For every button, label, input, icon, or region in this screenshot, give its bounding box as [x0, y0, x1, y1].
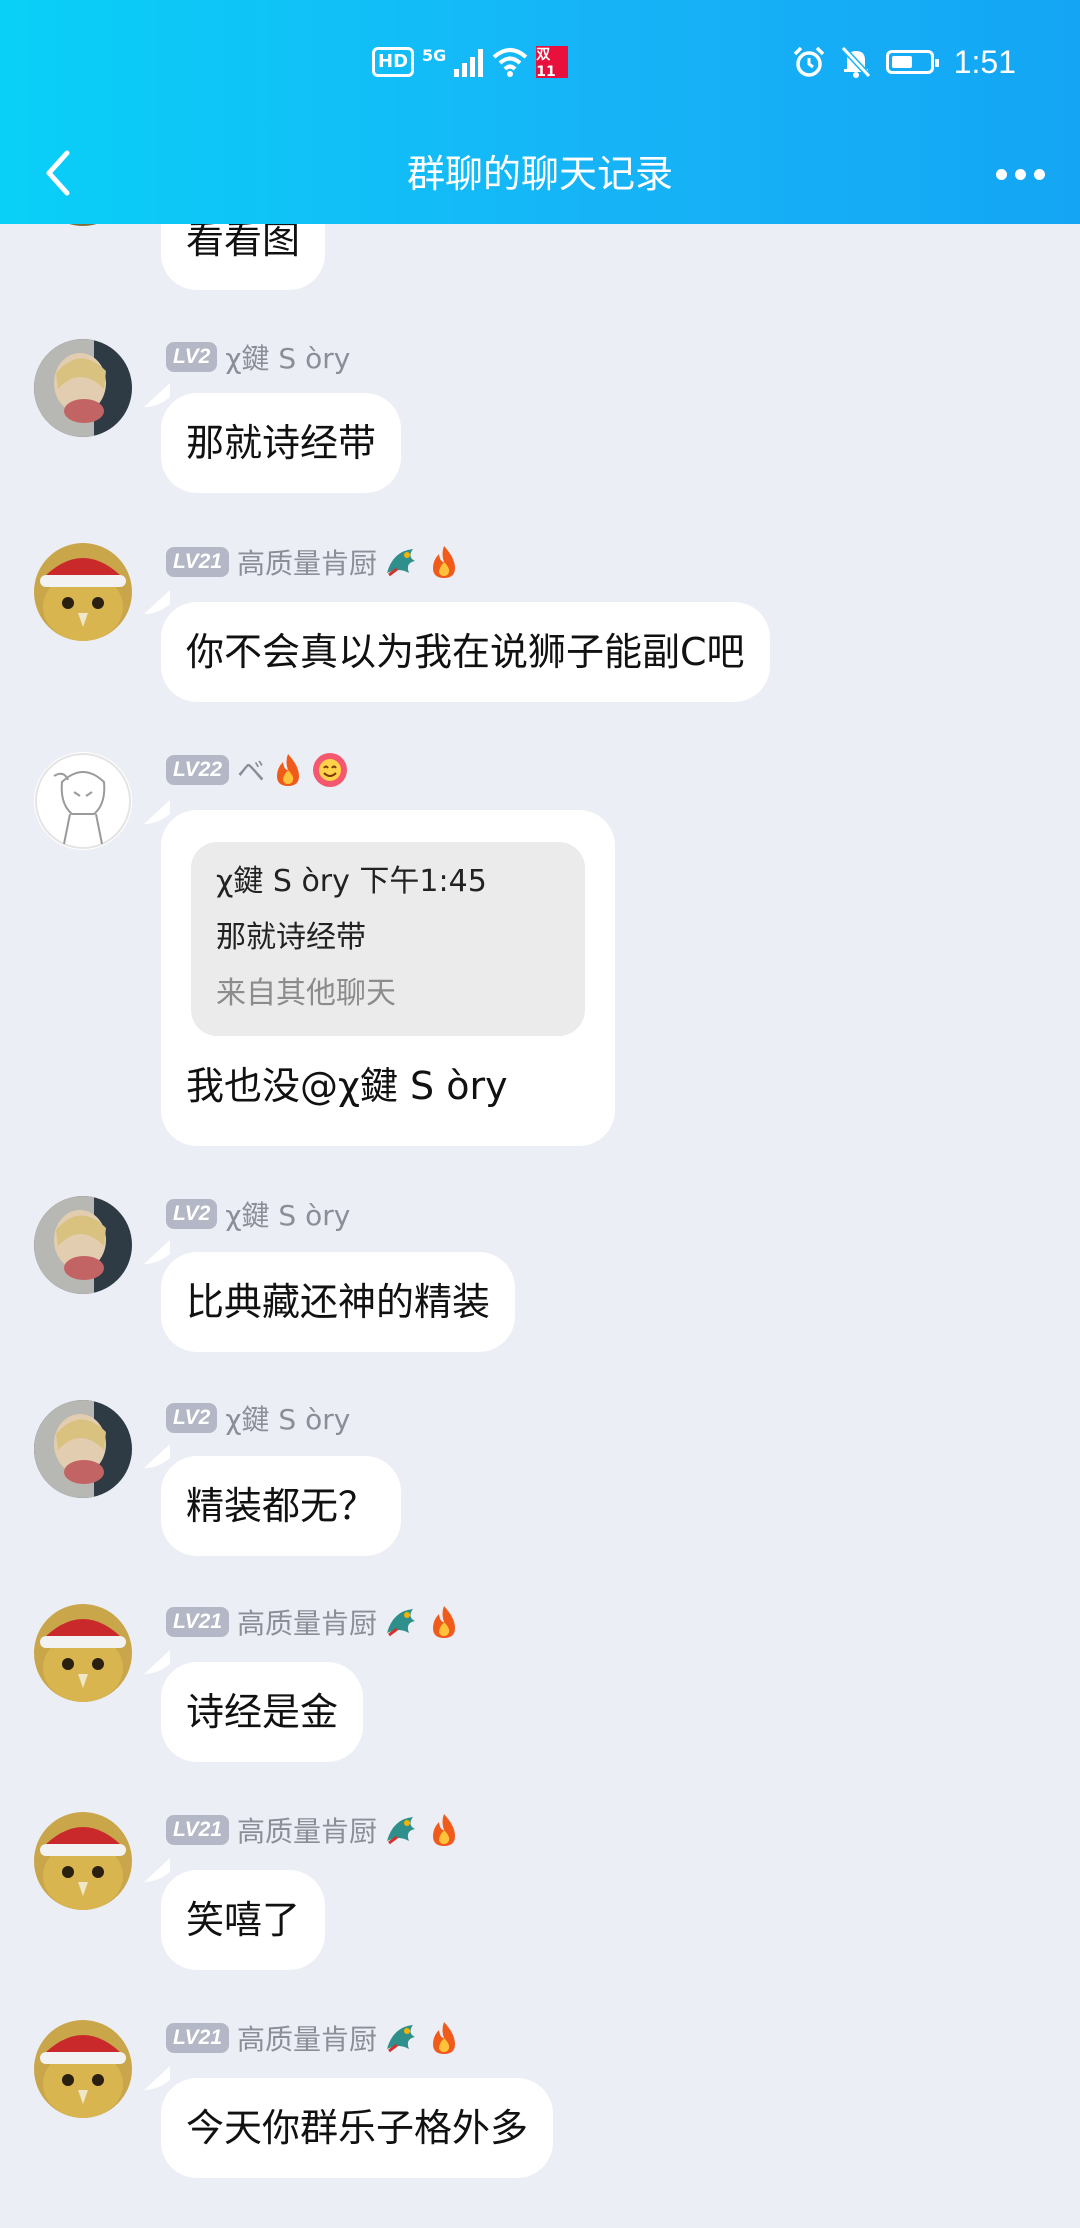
level-badge: LV21 [166, 547, 230, 577]
chevron-left-icon [46, 150, 70, 196]
signal-icon [454, 47, 484, 77]
avatar[interactable] [34, 752, 132, 850]
smile-flower-icon [313, 753, 348, 787]
mute-bell-icon [840, 45, 871, 79]
level-badge: LV21 [166, 1815, 230, 1845]
fire-icon [277, 754, 300, 786]
avatar[interactable] [34, 1196, 132, 1294]
bubble-tail [144, 1650, 170, 1674]
message-bubble[interactable]: 比典藏还神的精装 [161, 1252, 516, 1352]
level-badge: LV22 [166, 755, 230, 785]
dragon-icon [387, 549, 416, 577]
message-bubble[interactable]: 诗经是金 [161, 1662, 364, 1762]
message-text: 今天你群乐子格外多 [186, 2106, 529, 2150]
more-dots-icon [995, 168, 1007, 180]
message-text: 那就诗经带 [186, 421, 377, 465]
message-text: 精装都无？ [186, 1484, 377, 1528]
fire-icon [433, 1814, 456, 1846]
status-bar: HD 5G 双11 1:51 [0, 0, 1080, 124]
sender-name[interactable]: χ鍵 S òry [225, 1398, 350, 1438]
sender-name[interactable]: 高质量肯厨 [237, 542, 377, 582]
quote-header: χ鍵 S òry 下午1:45 [216, 864, 487, 899]
back-button[interactable] [30, 140, 86, 206]
status-network-group: HD 5G 双11 [372, 42, 569, 82]
sender-meta: LV21 高质量肯厨 [166, 1810, 461, 1850]
sender-meta: LV21 高质量肯厨 [166, 542, 461, 582]
message-text: 比典藏还神的精装 [186, 1280, 491, 1324]
bubble-tail [144, 800, 170, 824]
fire-icon [433, 1606, 456, 1638]
sender-meta: LV2 χ鍵 S òry [166, 1398, 350, 1438]
hd-icon: HD [372, 47, 415, 77]
message-bubble[interactable]: 精装都无？ [161, 1456, 402, 1556]
bubble-tail [144, 2066, 170, 2090]
fire-icon [433, 546, 456, 578]
message-text: 你不会真以为我在说狮子能副C吧 [186, 630, 745, 674]
quoted-message[interactable]: χ鍵 S òry 下午1:45 那就诗经带 来自其他聊天 [191, 842, 585, 1036]
sender-name[interactable]: χ鍵 S òry [225, 1194, 350, 1234]
sender-meta: LV2 χ鍵 S òry [166, 1194, 350, 1234]
sender-meta: LV2 χ鍵 S òry [166, 337, 350, 377]
bubble-tail [144, 590, 170, 614]
level-badge: LV2 [166, 1403, 218, 1433]
avatar[interactable] [34, 1400, 132, 1498]
navigation-bar: 群聊的聊天记录 [0, 124, 1080, 224]
avatar[interactable] [34, 339, 132, 437]
level-badge: LV21 [166, 1607, 230, 1637]
message-text: 看看图 [186, 218, 301, 262]
sender-meta: LV21 高质量肯厨 [166, 2018, 461, 2058]
sender-name[interactable]: 高质量肯厨 [237, 1810, 377, 1850]
message-bubble[interactable]: 今天你群乐子格外多 [161, 2078, 554, 2178]
sender-meta: LV21 高质量肯厨 [166, 1602, 461, 1642]
chat-history-list[interactable]: 看看图 LV2 χ鍵 S òry 那就诗经带 LV21 高质量肯厨 你不会真以为… [0, 0, 1080, 2228]
quote-source: 来自其他聊天 [216, 976, 396, 1011]
status-time: 1:51 [953, 43, 1016, 80]
battery-icon [885, 50, 939, 74]
dragon-icon [387, 2025, 416, 2053]
fire-icon [433, 2022, 456, 2054]
avatar[interactable] [34, 1812, 132, 1910]
more-options-button[interactable] [990, 154, 1050, 194]
bubble-tail [144, 1858, 170, 1882]
sender-meta: LV22 ベ [166, 750, 349, 790]
wifi-icon [492, 48, 528, 77]
quote-body: 那就诗经带 [216, 920, 366, 955]
avatar[interactable] [34, 1604, 132, 1702]
message-text: 诗经是金 [186, 1690, 339, 1734]
dragon-icon [387, 1609, 416, 1637]
avatar[interactable] [34, 2020, 132, 2118]
message-bubble[interactable]: 那就诗经带 [161, 393, 402, 493]
message-text: 笑嘻了 [186, 1898, 301, 1942]
level-badge: LV21 [166, 2023, 230, 2053]
alarm-icon [793, 46, 824, 77]
bubble-tail [144, 383, 170, 407]
level-badge: LV2 [166, 342, 218, 372]
message-text: 我也没@χ鍵 S òry [186, 1064, 508, 1108]
sender-name[interactable]: 高质量肯厨 [237, 1602, 377, 1642]
sender-name[interactable]: χ鍵 S òry [225, 337, 350, 377]
double11-badge-icon: 双11 [536, 46, 569, 80]
page-title: 群聊的聊天记录 [406, 152, 673, 196]
reply-message-bubble[interactable]: χ鍵 S òry 下午1:45 那就诗经带 来自其他聊天 我也没@χ鍵 S òr… [161, 810, 615, 1146]
sender-name[interactable]: 高质量肯厨 [237, 2018, 377, 2058]
sender-name[interactable]: ベ [237, 750, 265, 790]
message-bubble[interactable]: 你不会真以为我在说狮子能副C吧 [161, 602, 770, 702]
message-bubble[interactable]: 笑嘻了 [161, 1870, 326, 1970]
status-system-group: 1:51 [792, 40, 1016, 84]
bubble-tail [144, 1444, 170, 1468]
network-type: 5G [422, 45, 447, 65]
app-header: HD 5G 双11 1:51 群聊的聊天记录 [0, 0, 1080, 224]
avatar[interactable] [34, 543, 132, 641]
dragon-icon [387, 1817, 416, 1845]
bubble-tail [144, 1240, 170, 1264]
level-badge: LV2 [166, 1199, 218, 1229]
